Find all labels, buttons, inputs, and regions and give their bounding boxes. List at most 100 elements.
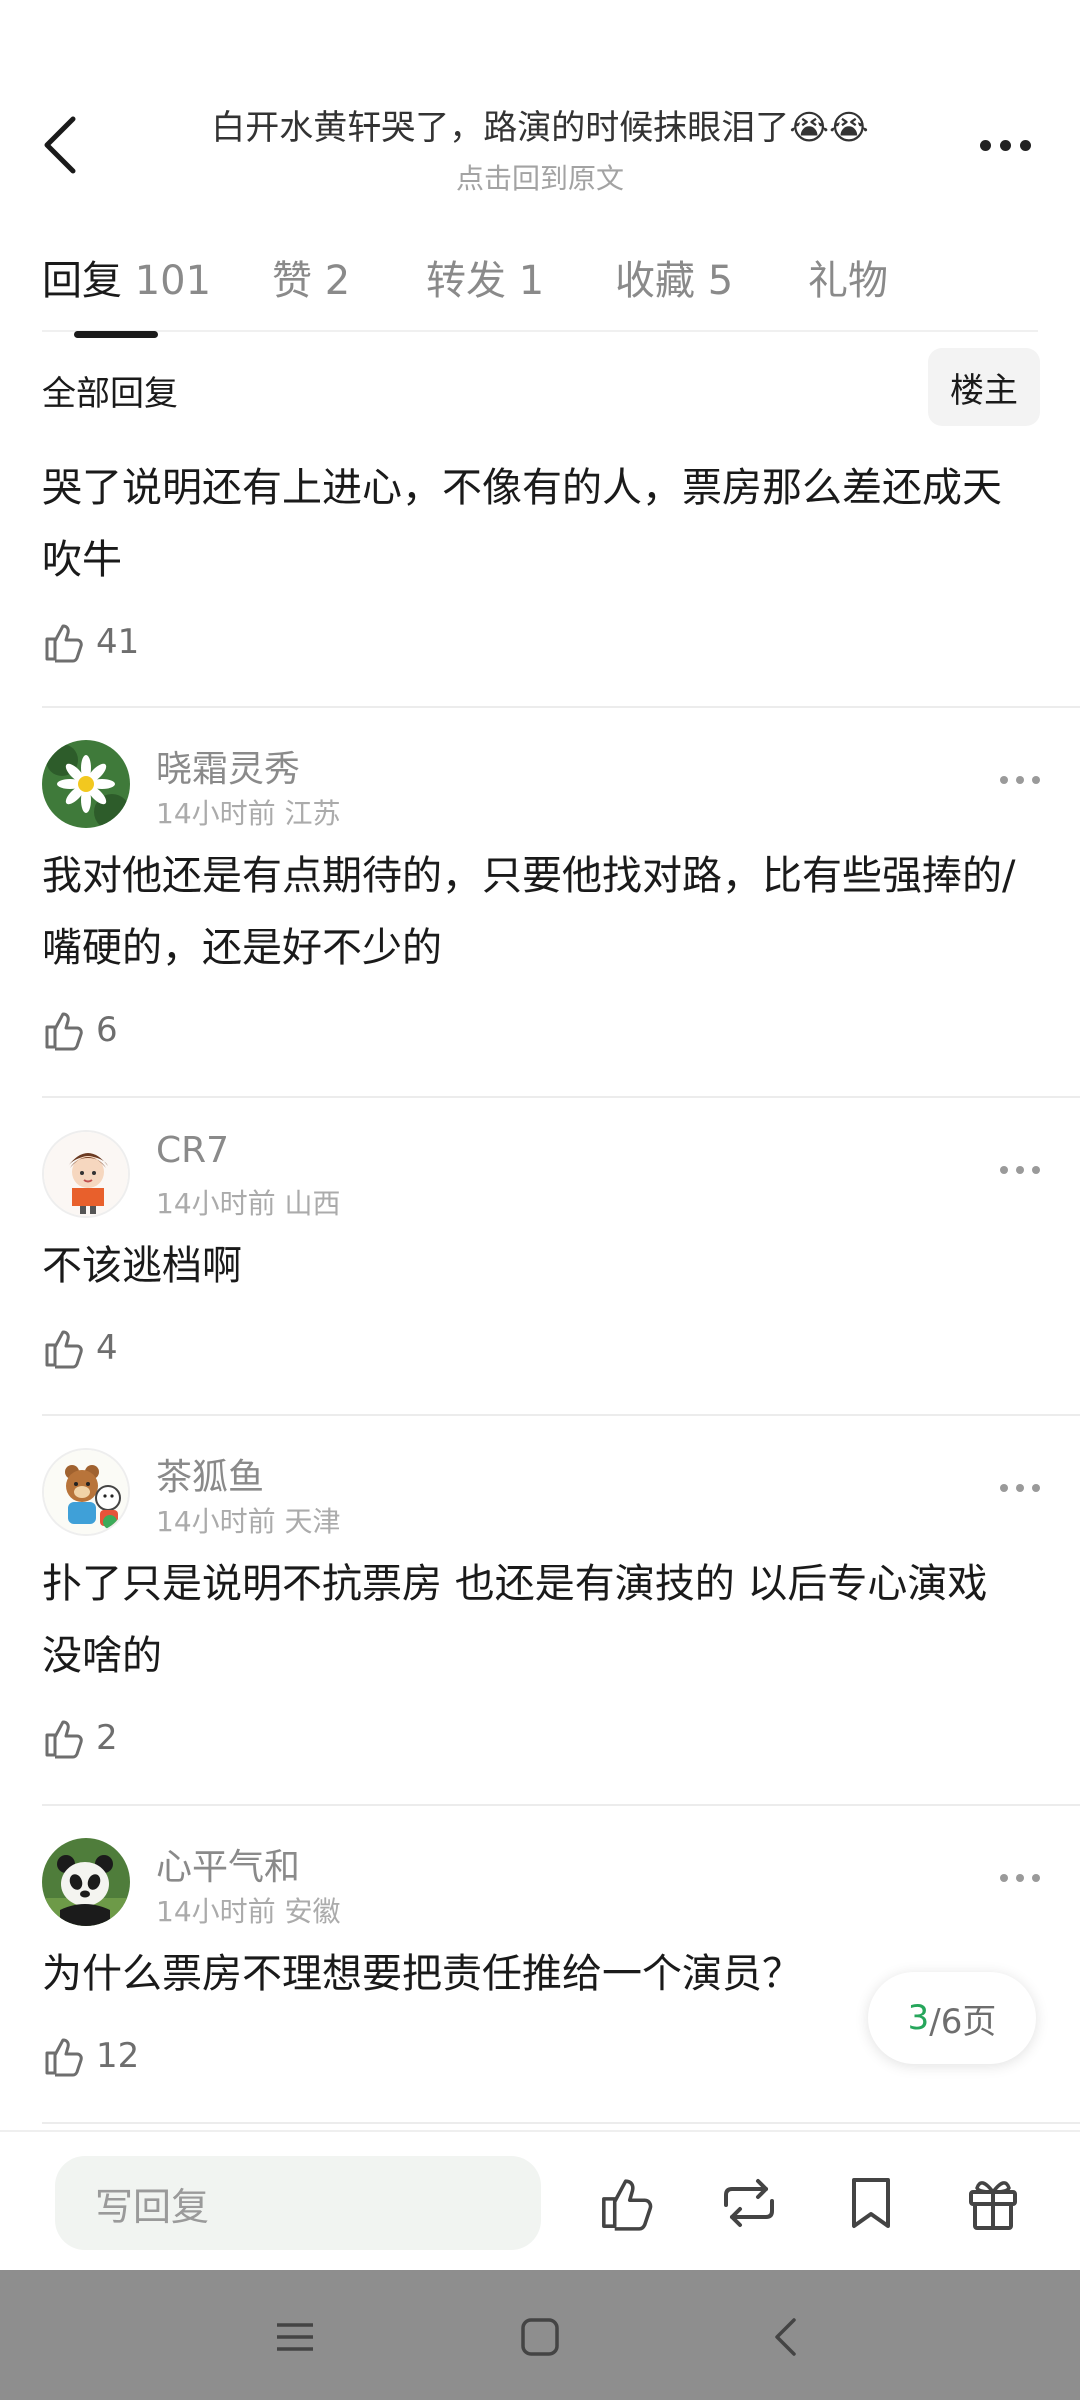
comment-text[interactable]: 扑了只是说明不抗票房 也还是有演技的 以后专心演戏没啥的 — [42, 1548, 1080, 1692]
comment-item: CR7 14小时前 山西 不该逃档啊 4 — [42, 1130, 1080, 1416]
bookmark-button[interactable] — [838, 2170, 904, 2236]
thumbs-up-icon — [45, 624, 83, 663]
like-count: 6 — [96, 1010, 118, 1050]
home-nav-button[interactable] — [515, 2312, 565, 2362]
more-options-button[interactable] — [970, 120, 1040, 170]
comment-text[interactable]: 我对他还是有点期待的，只要他找对路，比有些强捧的/嘴硬的，还是好不少的 — [42, 840, 1080, 984]
cartoon-bear-image — [44, 1450, 128, 1534]
post-title-block[interactable]: 白开水黄轩哭了，路演的时候抹眼泪了😭😭 点击回到原文 — [150, 100, 930, 197]
comment-time: 14小时前 — [156, 1505, 276, 1538]
gift-icon — [969, 2181, 1017, 2230]
tab-label: 赞 — [272, 258, 312, 304]
current-page: 3 — [907, 1998, 930, 2038]
like-count: 4 — [96, 1328, 118, 1368]
op-only-button[interactable]: 楼主 — [928, 348, 1040, 426]
tab-count: 5 — [707, 258, 734, 304]
tab-count: 101 — [134, 258, 212, 304]
thumbs-up-icon — [45, 2038, 83, 2077]
comment-location: 安徽 — [284, 1895, 341, 1928]
all-replies-label[interactable]: 全部回复 — [42, 366, 178, 415]
comment-more-button[interactable] — [1000, 1874, 1040, 1882]
dot — [1032, 1874, 1040, 1882]
comment-header: 茶狐鱼 14小时前 天津 — [42, 1448, 1080, 1548]
daisy-image — [42, 740, 130, 828]
tab-label: 礼物 — [808, 258, 888, 304]
comment-text[interactable]: 哭了说明还有上进心，不像有的人，票房那么差还成天吹牛 — [42, 452, 1080, 596]
dot — [1016, 1874, 1024, 1882]
tab-gifts[interactable]: 礼物 — [808, 248, 888, 306]
menu-icon — [277, 2323, 313, 2351]
comment-time: 14小时前 — [156, 1895, 276, 1928]
thumbs-up-icon — [45, 1720, 83, 1759]
tab-count: 2 — [324, 258, 351, 304]
daisy-avatar[interactable] — [42, 740, 130, 828]
dot — [1000, 1166, 1008, 1174]
like-count: 2 — [96, 1718, 118, 1758]
chevron-left-icon — [775, 2318, 796, 2356]
comment-more-button[interactable] — [1000, 1166, 1040, 1174]
tab-likes[interactable]: 赞 2 — [272, 248, 350, 306]
comment-time: 14小时前 — [156, 1187, 276, 1220]
comment-header: 晓霜灵秀 14小时前 江苏 — [42, 740, 1080, 840]
bottom-action-bar: 写回复 — [0, 2130, 1080, 2270]
username[interactable]: CR7 — [156, 1130, 229, 1171]
system-navigation-bar — [0, 2270, 1080, 2400]
reply-input[interactable]: 写回复 — [55, 2156, 541, 2250]
like-button[interactable]: 4 — [42, 1302, 1080, 1394]
like-button[interactable]: 2 — [42, 1692, 1080, 1784]
dot — [1019, 139, 1031, 151]
reply-filter-bar: 全部回复 楼主 — [42, 348, 1040, 428]
like-post-button[interactable] — [594, 2170, 660, 2236]
comment-location: 山西 — [284, 1187, 341, 1220]
comment-location: 天津 — [284, 1505, 341, 1538]
tab-label: 转发 — [426, 258, 506, 304]
page-indicator-button[interactable]: 3/6页 — [868, 1972, 1036, 2064]
back-button[interactable] — [30, 110, 90, 180]
username[interactable]: 心平气和 — [156, 1838, 300, 1890]
dot — [1016, 1166, 1024, 1174]
comment-meta: 14小时前 山西 — [156, 1182, 341, 1222]
comment-header: 心平气和 14小时前 安徽 — [42, 1838, 1080, 1938]
dot — [1032, 1484, 1040, 1492]
gift-button[interactable] — [960, 2170, 1026, 2236]
comment-meta: 14小时前 安徽 — [156, 1890, 341, 1930]
like-button[interactable]: 6 — [42, 984, 1080, 1076]
chevron-left-icon — [44, 116, 76, 174]
comment-item: 哭了说明还有上进心，不像有的人，票房那么差还成天吹牛 41 — [42, 452, 1080, 708]
tab-reposts[interactable]: 转发 1 — [426, 248, 544, 306]
comment-location: 江苏 — [284, 797, 341, 830]
panda-avatar[interactable] — [42, 1838, 130, 1926]
dot — [1016, 776, 1024, 784]
like-button[interactable]: 41 — [42, 596, 1080, 688]
comment-header: CR7 14小时前 山西 — [42, 1130, 1080, 1230]
dot — [1032, 1166, 1040, 1174]
dot — [1000, 1874, 1008, 1882]
username[interactable]: 茶狐鱼 — [156, 1448, 264, 1500]
cartoon-boy-avatar[interactable] — [42, 1130, 130, 1218]
tab-replies[interactable]: 回复 101 — [42, 248, 211, 306]
back-to-original-link[interactable]: 点击回到原文 — [150, 157, 930, 197]
square-icon — [521, 2318, 559, 2356]
menu-nav-button[interactable] — [270, 2312, 320, 2362]
repost-icon — [724, 2179, 774, 2227]
tab-favorites[interactable]: 收藏 5 — [615, 248, 733, 306]
comment-text[interactable]: 不该逃档啊 — [42, 1230, 1080, 1302]
active-tab-indicator — [74, 331, 158, 338]
tab-label: 回复 — [42, 258, 122, 304]
post-title: 白开水黄轩哭了，路演的时候抹眼泪了😭😭 — [211, 108, 869, 148]
comment-more-button[interactable] — [1000, 776, 1040, 784]
panda-image — [42, 1838, 130, 1926]
dot — [1000, 1484, 1008, 1492]
thumbs-up-icon — [45, 1012, 83, 1051]
cartoon-bear-avatar[interactable] — [42, 1448, 130, 1536]
bookmark-icon — [852, 2178, 890, 2228]
comment-more-button[interactable] — [1000, 1484, 1040, 1492]
comment-meta: 14小时前 天津 — [156, 1500, 341, 1540]
thumbs-up-icon — [45, 1330, 83, 1369]
repost-button[interactable] — [716, 2170, 782, 2236]
tab-count: 1 — [518, 258, 545, 304]
username[interactable]: 晓霜灵秀 — [156, 740, 300, 792]
back-nav-button[interactable] — [760, 2312, 810, 2362]
total-pages: /6页 — [929, 2001, 997, 2042]
interaction-tabs: 回复 101 赞 2 转发 1 收藏 5 礼物 — [42, 230, 1038, 338]
